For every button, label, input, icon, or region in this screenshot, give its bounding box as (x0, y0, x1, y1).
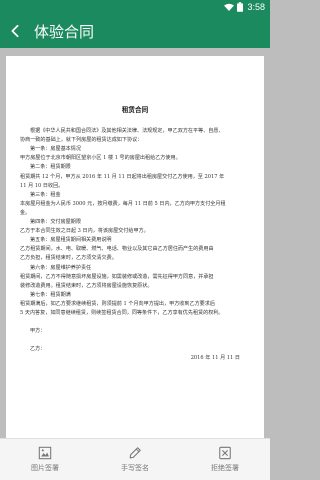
pen-icon (129, 447, 141, 459)
battery-icon (237, 2, 244, 12)
contract-line: 乙方于本合同生效之日起 3 日内，将该房屋交付给甲方。 (20, 228, 149, 235)
contract-title: 租赁合同 (121, 106, 149, 114)
contract-line: 第四条：交付房屋期限 (30, 219, 81, 226)
image-sign-button[interactable]: 图片签署 (0, 439, 90, 480)
contract-line: 租赁期间，乙方不得随意损坏房屋设施，如需装修或改造，需先征得甲方同意，并承担 (20, 273, 214, 280)
contract-page: 租赁合同 根据《中华人民共和国合同法》及其他相关法律、法规规定，甲乙双方在平等、… (6, 56, 264, 438)
contract-line: 第一条：房屋基本情况 (30, 146, 81, 153)
status-time: 3:58 (247, 2, 265, 12)
wifi-icon (224, 3, 235, 11)
document-viewer[interactable]: 租赁合同 根据《中华人民共和国合同法》及其他相关法律、法规规定，甲乙双方在平等、… (0, 48, 270, 438)
contract-line: 第二条：租赁期限 (30, 164, 71, 171)
contract-line (20, 336, 250, 345)
contract-line: 租赁期满后，如乙方要求继续租赁，则须提前 1 个月向甲方提出，甲方收到乙方要求后 (20, 300, 215, 307)
contract-line: 乙方负担，租赁结束时，乙方须交清欠费。 (20, 255, 117, 262)
contract-body: 根据《中华人民共和国合同法》及其他相关法律、法规规定，甲乙双方在平等、自愿、协商… (20, 127, 250, 363)
back-arrow-icon[interactable] (8, 24, 22, 38)
handwritten-sign-button[interactable]: 手写签名 (90, 439, 180, 480)
contract-line: 第七条：租赁期满 (30, 291, 71, 298)
contract-line: 装修改造费用。租赁结束时，乙方须将房屋设施恢复原状。 (20, 282, 153, 289)
contract-line: 甲方房屋位于北京市朝阳区望京小区 1 楼 1 号的房屋出租给乙方使用。 (20, 155, 181, 162)
contract-line: 协商一致的基础上，就下列房屋的租赁达成如下协议： (20, 137, 143, 144)
contract-line: 乙方租赁期间，水、电、取暖、燃气、电话、物业以及其它由乙方居住而产生的费用由 (20, 246, 214, 253)
contract-line: 乙方： (30, 346, 46, 353)
contract-line: 本房屋月租金为人民币 3000 元，按月缴费，每月 11 日前 5 日内，乙方向… (20, 200, 226, 207)
contract-line: 第六条：房屋维护养护责任 (30, 264, 92, 271)
image-sign-label: 图片签署 (31, 464, 59, 472)
contract-line: 租赁期共 12 个月，甲方从 2016 年 11 月 11 日起将出租房屋交付乙… (20, 173, 225, 180)
reject-sign-label: 拒绝签署 (211, 464, 239, 472)
image-sign-icon (38, 446, 52, 460)
contract-line: 根据《中华人民共和国合同法》及其他相关法律、法规规定，甲乙双方在平等、自愿、 (30, 128, 224, 135)
contract-line (20, 318, 250, 327)
page-title: 体验合同 (34, 22, 95, 41)
contract-line: 第五条：房屋租赁期间相关费用说明 (30, 237, 112, 244)
contract-line: 甲方： (30, 328, 46, 335)
reject-icon (219, 446, 231, 460)
bottom-action-bar: 图片签署 手写签名 拒绝签署 (0, 438, 270, 480)
contract-line: 11 月 10 日收回。 (20, 182, 64, 189)
handwritten-sign-label: 手写签名 (121, 464, 149, 472)
reject-sign-button[interactable]: 拒绝签署 (180, 439, 270, 480)
app-bar: 体验合同 (0, 14, 270, 48)
contract-line: 第三条：租金 (30, 191, 61, 198)
contract-line: 5 天内答复，如同意继续租赁，则续签租赁合同，同等条件下，乙方享有优先租赁的权利… (20, 309, 224, 316)
contract-line: 2016 年 11 月 11 日 (190, 355, 240, 362)
status-bar: 3:58 (0, 0, 270, 14)
contract-line: 金。 (20, 209, 31, 216)
